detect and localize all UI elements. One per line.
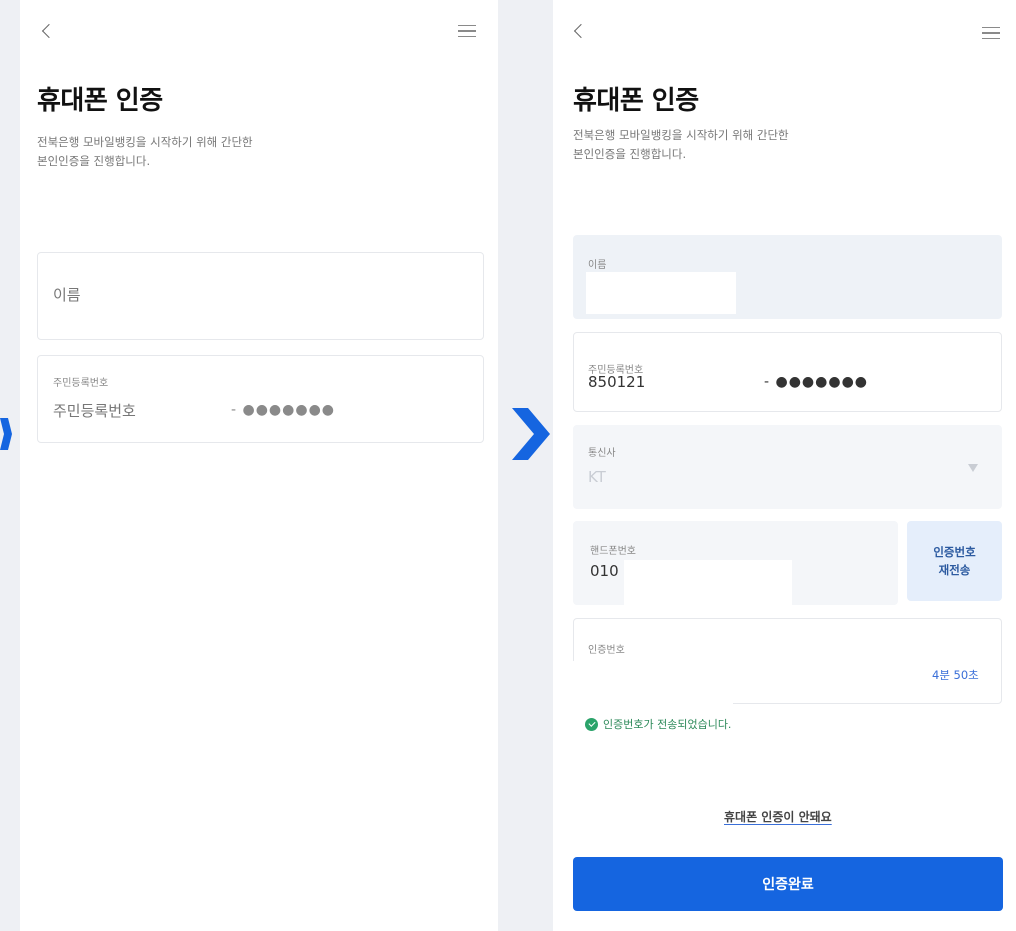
right-phone-screen: 휴대폰 인증 전북은행 모바일뱅킹을 시작하기 위해 간단한 본인인증을 진행합… — [553, 0, 1016, 931]
name-field: 이름 — [573, 235, 1002, 319]
redacted-code-area — [573, 661, 733, 705]
complete-verification-button[interactable]: 인증완료 — [573, 857, 1003, 911]
page-title: 휴대폰 인증 — [573, 86, 699, 116]
phone-value: 010 — [590, 562, 619, 580]
page-description: 전북은행 모바일뱅킹을 시작하기 위해 간단한 본인인증을 진행합니다. — [573, 126, 789, 164]
rrn-back-mask: - ●●●●●●● — [764, 374, 869, 390]
rrn-front-value: 850121 — [588, 373, 646, 391]
menu-button[interactable] — [452, 16, 482, 46]
code-sent-message: 인증번호가 전송되었습니다. — [585, 716, 731, 732]
dropdown-triangle-icon — [968, 464, 978, 472]
resend-code-button[interactable]: 인증번호 재전송 — [907, 521, 1002, 601]
page-description: 전북은행 모바일뱅킹을 시작하기 위해 간단한 본인인증을 진행합니다. — [37, 133, 253, 171]
left-phone-screen: 휴대폰 인증 전북은행 모바일뱅킹을 시작하기 위해 간단한 본인인증을 진행합… — [20, 0, 498, 931]
verification-help-link[interactable]: 휴대폰 인증이 안돼요 — [724, 808, 832, 825]
rrn-input[interactable]: 주민등록번호 850121 - ●●●●●●● — [573, 332, 1002, 412]
description-line-2: 본인인증을 진행합니다. — [37, 154, 151, 168]
next-arrow-fragment-icon — [0, 418, 12, 450]
carrier-value: KT — [588, 468, 606, 486]
back-button[interactable] — [566, 16, 596, 46]
redacted-phone-value — [624, 560, 792, 606]
resend-label: 인증번호 재전송 — [933, 545, 976, 577]
name-input[interactable]: 이름 — [37, 252, 484, 340]
description-line-1: 전북은행 모바일뱅킹을 시작하기 위해 간단한 — [37, 135, 253, 149]
name-placeholder: 이름 — [53, 286, 81, 304]
rrn-input[interactable]: 주민등록번호 주민등록번호 - ●●●●●●● — [37, 355, 484, 443]
menu-button[interactable] — [976, 18, 1006, 48]
redacted-name-value — [586, 272, 736, 314]
hamburger-icon — [982, 23, 1000, 44]
next-step-arrow-icon — [512, 408, 550, 460]
description-line-1: 전북은행 모바일뱅킹을 시작하기 위해 간단한 — [573, 128, 789, 142]
code-label: 인증번호 — [588, 645, 625, 656]
countdown-timer: 4분 50초 — [932, 668, 979, 682]
phone-label: 핸드폰번호 — [590, 546, 636, 557]
verification-code-input[interactable]: 인증번호 4분 50초 — [573, 618, 1002, 705]
carrier-select[interactable]: 통신사 KT — [573, 425, 1002, 509]
chevron-left-icon — [41, 23, 57, 39]
description-line-2: 본인인증을 진행합니다. — [573, 147, 687, 161]
code-sent-text: 인증번호가 전송되었습니다. — [603, 718, 732, 731]
phone-number-input[interactable]: 핸드폰번호 010 — [573, 521, 898, 606]
carrier-label: 통신사 — [588, 448, 616, 459]
page-title: 휴대폰 인증 — [37, 86, 163, 116]
back-button[interactable] — [34, 16, 64, 46]
check-circle-icon — [585, 717, 598, 731]
rrn-front-placeholder: 주민등록번호 — [53, 402, 136, 420]
hamburger-icon — [458, 21, 476, 42]
chevron-left-icon — [573, 23, 589, 39]
rrn-back-mask: - ●●●●●●● — [231, 402, 336, 418]
name-label: 이름 — [588, 260, 607, 271]
rrn-label: 주민등록번호 — [53, 378, 109, 389]
